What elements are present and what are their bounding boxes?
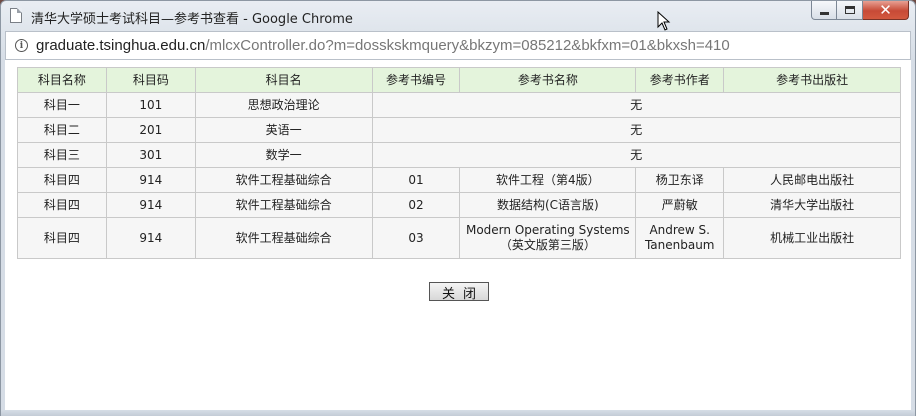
title-bar[interactable]: 清华大学硕士考试科目—参考书查看 - Google Chrome ✕: [1, 1, 915, 31]
cell-book-author: 杨卫东译: [635, 167, 725, 193]
cell-subject-name: 科目二: [17, 117, 107, 143]
header-book-number: 参考书编号: [371, 67, 461, 93]
cell-book-author: 严蔚敏: [635, 192, 725, 218]
table-row: 科目二 201 英语一 无: [17, 117, 902, 143]
maximize-icon: [844, 6, 855, 14]
cell-book-title: Modern Operating Systems（英文版第三版）: [459, 217, 637, 259]
cell-subject: 英语一: [194, 117, 373, 143]
cell-subject-code: 201: [105, 117, 196, 143]
cell-no-books: 无: [371, 142, 902, 168]
cell-subject: 软件工程基础综合: [194, 167, 373, 193]
header-subject-code: 科目码: [105, 67, 196, 93]
cell-subject-name: 科目三: [17, 142, 107, 168]
cell-subject: 软件工程基础综合: [194, 192, 373, 218]
window-title: 清华大学硕士考试科目—参考书查看 - Google Chrome: [31, 12, 353, 27]
cell-subject-code: 101: [105, 92, 196, 118]
close-window-button[interactable]: ✕: [863, 1, 909, 20]
url-text[interactable]: graduate.tsinghua.edu.cn/mlcxController.…: [36, 37, 730, 54]
cell-subject-code: 914: [105, 217, 196, 259]
cell-subject: 数学一: [194, 142, 373, 168]
cell-book-number: 03: [371, 217, 461, 259]
cell-subject-code: 914: [105, 192, 196, 218]
cell-no-books: 无: [371, 117, 902, 143]
cell-book-title: 数据结构(C语言版): [459, 192, 637, 218]
close-icon: ✕: [879, 0, 892, 19]
cell-book-publisher: 清华大学出版社: [723, 192, 901, 218]
table-row: 科目四 914 软件工程基础综合 03 Modern Operating Sys…: [17, 217, 901, 259]
cell-book-author: Andrew S. Tanenbaum: [635, 217, 725, 259]
header-book-title: 参考书名称: [459, 67, 637, 93]
url-host: graduate.tsinghua.edu.cn: [36, 37, 206, 54]
cell-no-books: 无: [371, 92, 902, 118]
reference-books-table: 科目名称 科目码 科目名 参考书编号 参考书名称 参考书作者 参考书出版社 科目…: [17, 67, 902, 259]
cell-subject-name: 科目一: [17, 92, 107, 118]
minimize-button[interactable]: [811, 1, 837, 20]
cell-book-publisher: 人民邮电出版社: [723, 167, 901, 193]
table-row: 科目四 914 软件工程基础综合 01 软件工程（第4版） 杨卫东译 人民邮电出…: [17, 167, 901, 193]
header-subject: 科目名: [194, 67, 373, 93]
table-row: 科目三 301 数学一 无: [17, 142, 902, 168]
table-row: 科目四 914 软件工程基础综合 02 数据结构(C语言版) 严蔚敏 清华大学出…: [17, 192, 901, 218]
cell-book-title: 软件工程（第4版）: [459, 167, 637, 193]
header-book-author: 参考书作者: [635, 67, 725, 93]
cell-subject-code: 301: [105, 142, 196, 168]
cell-subject-name: 科目四: [17, 217, 107, 259]
minimize-icon: [819, 11, 829, 15]
cell-subject-name: 科目四: [17, 192, 107, 218]
cell-subject-name: 科目四: [17, 167, 107, 193]
page-icon: [10, 8, 22, 23]
table-header-row: 科目名称 科目码 科目名 参考书编号 参考书名称 参考书作者 参考书出版社: [17, 67, 901, 93]
browser-window: 清华大学硕士考试科目—参考书查看 - Google Chrome ✕ i gra…: [0, 0, 916, 416]
cell-book-number: 01: [371, 167, 461, 193]
address-bar[interactable]: i graduate.tsinghua.edu.cn/mlcxControlle…: [5, 31, 911, 60]
info-icon[interactable]: i: [15, 39, 28, 52]
cell-subject: 软件工程基础综合: [194, 217, 373, 259]
cell-subject-code: 914: [105, 167, 196, 193]
window-bottom-frame: [1, 410, 915, 416]
cell-book-number: 02: [371, 192, 461, 218]
header-book-publisher: 参考书出版社: [723, 67, 901, 93]
window-controls: ✕: [811, 1, 909, 20]
maximize-button[interactable]: [837, 1, 863, 20]
mouse-cursor-icon: [657, 11, 671, 31]
cell-book-publisher: 机械工业出版社: [723, 217, 901, 259]
table-row: 科目一 101 思想政治理论 无: [17, 92, 902, 118]
page-content: 科目名称 科目码 科目名 参考书编号 参考书名称 参考书作者 参考书出版社 科目…: [5, 60, 911, 410]
header-subject-name: 科目名称: [17, 67, 107, 93]
url-path: /mlcxController.do?m=dosskskmquery&bkzym…: [205, 37, 730, 54]
close-button[interactable]: 关闭: [429, 282, 489, 302]
cell-subject: 思想政治理论: [194, 92, 373, 118]
